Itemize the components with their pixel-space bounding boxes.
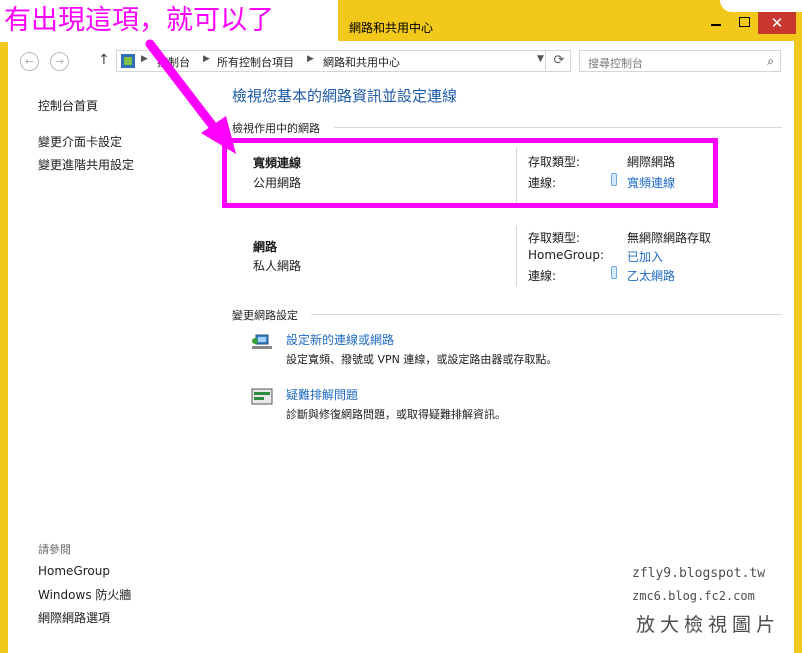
see-also-internet-options[interactable]: 網際網路選項: [38, 609, 110, 626]
connection-label: 連線:: [528, 269, 557, 283]
page-title: 檢視您基本的網路資訊並設定連線: [232, 87, 458, 105]
maximize-button[interactable]: [731, 12, 757, 32]
change-settings-heading: 變更網路設定: [232, 309, 298, 322]
address-dropdown-icon[interactable]: ▼: [537, 54, 544, 64]
watermark-blog-1: zfly9.blogspot.tw: [632, 566, 766, 581]
up-button[interactable]: ↑: [98, 52, 110, 68]
homegroup-label: HomeGroup:: [528, 248, 605, 262]
breadcrumb-network-center[interactable]: 網路和共用中心: [323, 54, 400, 70]
setup-connection-link[interactable]: 設定新的連線或網路: [286, 331, 394, 348]
window-title: 網路和共用中心: [349, 21, 434, 35]
breadcrumb-chevron-icon[interactable]: ▶: [307, 54, 314, 64]
close-button[interactable]: ✕: [758, 12, 796, 34]
homegroup-link[interactable]: 已加入: [627, 248, 663, 265]
refresh-button[interactable]: ⟳: [545, 50, 572, 72]
address-toolbar: ← → ↑ ▶ 控制台 ▶ 所有控制台項目 ▶ 網路和共用中心 ▼ ⟳ 搜尋控制…: [8, 41, 794, 81]
breadcrumb-chevron-icon[interactable]: ▶: [141, 54, 148, 64]
see-also-heading: 請參閱: [38, 543, 71, 556]
control-panel-window: ← → ↑ ▶ 控制台 ▶ 所有控制台項目 ▶ 網路和共用中心 ▼ ⟳ 搜尋控制…: [8, 41, 794, 653]
network-name: 網路: [253, 240, 278, 254]
breadcrumb-control-panel[interactable]: 控制台: [157, 54, 190, 70]
watermark-blog-2: zmc6.blog.fc2.com: [632, 589, 755, 603]
back-arrow-icon: ←: [24, 55, 35, 68]
search-input[interactable]: 搜尋控制台: [588, 55, 643, 71]
search-box[interactable]: 搜尋控制台 ⌕: [579, 50, 781, 72]
annotation-highlight-box: [222, 138, 718, 208]
refresh-icon: ⟳: [553, 53, 565, 68]
sidebar-item-adapter-settings[interactable]: 變更介面卡設定: [38, 133, 122, 150]
breadcrumb-all-items[interactable]: 所有控制台項目: [217, 54, 294, 70]
section-divider: [334, 127, 782, 128]
control-panel-icon: [121, 54, 135, 68]
troubleshoot-icon: [251, 388, 273, 405]
access-type-label: 存取類型:: [528, 231, 581, 245]
access-type-value: 無網際網路存取: [627, 231, 712, 245]
watermark-enlarge: 放大檢視圖片: [636, 614, 781, 636]
section-divider: [311, 314, 782, 315]
ethernet-connection-icon: [611, 266, 617, 279]
back-button[interactable]: ←: [20, 52, 39, 71]
annotation-caption: 有出現這項，就可以了: [0, 0, 338, 42]
search-icon[interactable]: ⌕: [767, 54, 774, 69]
see-also-homegroup[interactable]: HomeGroup: [38, 564, 110, 578]
network-category[interactable]: 私人網路: [253, 257, 301, 274]
connection-link-ethernet[interactable]: 乙太網路: [627, 267, 675, 284]
column-divider: [516, 226, 517, 286]
troubleshoot-description: 診斷與修復網路問題，或取得疑難排解資訊。: [286, 408, 506, 421]
up-arrow-icon: ↑: [98, 52, 110, 68]
address-bar[interactable]: ▶ 控制台 ▶ 所有控制台項目 ▶ 網路和共用中心 ▼: [116, 50, 571, 72]
desktop-background-cloud: [720, 0, 802, 12]
setup-connection-description: 設定寬頻、撥號或 VPN 連線，或設定路由器或存取點。: [286, 353, 558, 366]
breadcrumb-chevron-icon[interactable]: ▶: [203, 54, 210, 64]
minimize-button[interactable]: [703, 12, 729, 32]
see-also-firewall[interactable]: Windows 防火牆: [38, 586, 131, 603]
forward-button[interactable]: →: [50, 52, 69, 71]
active-networks-heading: 檢視作用中的網路: [232, 122, 320, 135]
new-connection-icon: [252, 334, 272, 349]
sidebar-item-advanced-sharing[interactable]: 變更進階共用設定: [38, 156, 134, 173]
sidebar-item-home[interactable]: 控制台首頁: [38, 97, 98, 114]
troubleshoot-link[interactable]: 疑難排解問題: [286, 386, 358, 403]
forward-arrow-icon: →: [54, 55, 65, 68]
